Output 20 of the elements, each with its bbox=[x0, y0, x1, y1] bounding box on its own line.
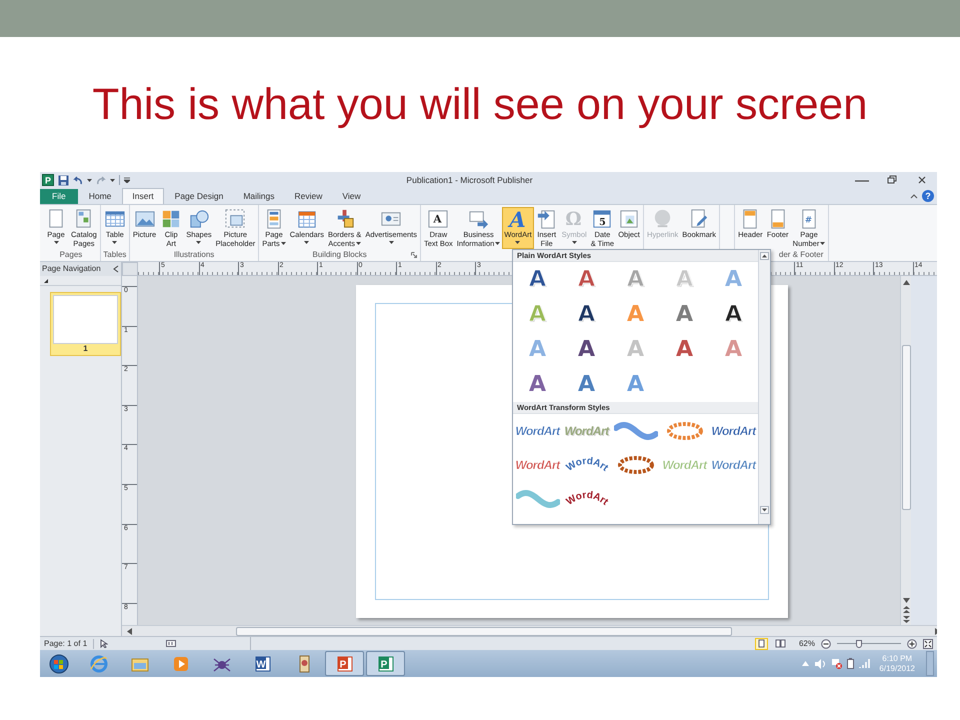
group-label: Tables bbox=[103, 248, 126, 260]
publisher-icon: P bbox=[376, 654, 396, 674]
date-time-icon: 5 bbox=[591, 208, 614, 230]
group-label: der & Footer bbox=[778, 248, 824, 260]
pane-title: Page Navigation bbox=[42, 263, 101, 275]
slide-title: This is what you will see on your screen bbox=[92, 79, 868, 131]
page-number: 1 bbox=[82, 344, 89, 353]
wordart-icon: A bbox=[506, 208, 529, 230]
word-icon: W bbox=[252, 654, 272, 674]
omega-icon: Ω bbox=[563, 208, 586, 230]
clock-time: 6:10 PM bbox=[882, 654, 912, 664]
clock-date: 6/19/2012 bbox=[879, 664, 915, 674]
group-label: Building Blocks bbox=[312, 248, 367, 260]
powerpoint-icon: P bbox=[334, 654, 354, 674]
group-label: Illustrations bbox=[174, 248, 214, 260]
group-label: Pages bbox=[60, 248, 82, 260]
page-count: Page: 1 of 1 bbox=[44, 638, 88, 650]
text-box-icon: A bbox=[427, 208, 450, 230]
window-title: Publication1 - Microsoft Publisher bbox=[405, 174, 534, 186]
zoom-percentage: 62% bbox=[798, 638, 815, 650]
